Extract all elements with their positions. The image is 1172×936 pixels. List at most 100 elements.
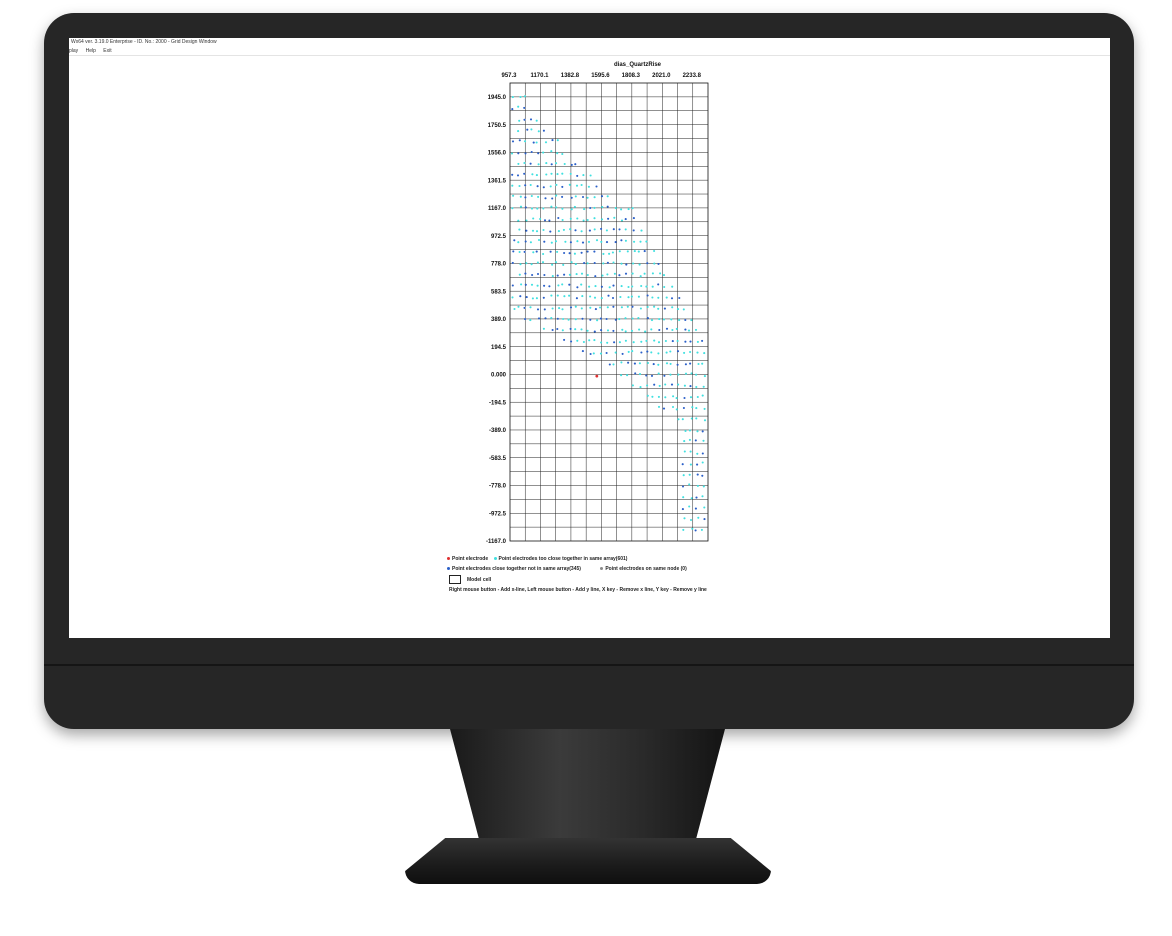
electrode-point bbox=[523, 106, 526, 109]
monitor-stand-base bbox=[405, 838, 771, 884]
electrode-point bbox=[640, 284, 643, 288]
electrode-point bbox=[600, 341, 603, 344]
electrode-point bbox=[511, 296, 514, 299]
electrode-point bbox=[659, 272, 662, 275]
electrode-point bbox=[556, 317, 559, 320]
electrode-point bbox=[530, 283, 534, 286]
electrode-point bbox=[511, 207, 514, 210]
electrode-point bbox=[555, 183, 558, 186]
electrode-point bbox=[574, 163, 577, 166]
electrode-point bbox=[592, 352, 595, 355]
electrode-point bbox=[561, 283, 564, 286]
electrode-point bbox=[703, 407, 706, 410]
electrode-point bbox=[657, 363, 660, 366]
electrode-point bbox=[620, 219, 624, 222]
electrode-point bbox=[593, 339, 596, 342]
electrode-point bbox=[517, 130, 520, 133]
electrode-point bbox=[664, 396, 667, 399]
electrode-point bbox=[551, 275, 554, 278]
electrode-point bbox=[621, 328, 624, 331]
electrode-point bbox=[574, 305, 577, 308]
electrode-point bbox=[561, 152, 564, 156]
electrode-point bbox=[581, 317, 584, 320]
electrode-point bbox=[624, 317, 627, 320]
electrode-point bbox=[695, 417, 698, 420]
electrode-point bbox=[613, 272, 616, 275]
electrode-point bbox=[525, 219, 528, 222]
electrode-point bbox=[570, 340, 573, 343]
electrode-point bbox=[657, 352, 660, 355]
electrode-point bbox=[638, 362, 641, 365]
electrode-point bbox=[620, 306, 623, 309]
electrode-point bbox=[519, 263, 522, 266]
electrode-point bbox=[675, 327, 678, 330]
electrode-point bbox=[532, 217, 535, 220]
electrode-point bbox=[542, 296, 545, 299]
electrode-point bbox=[512, 194, 515, 197]
electrode-point bbox=[600, 227, 603, 230]
electrode-point bbox=[634, 372, 637, 375]
electrode-point bbox=[696, 473, 699, 476]
too-close-legend-icon bbox=[493, 557, 497, 561]
electrode-point bbox=[588, 339, 591, 342]
electrode-point bbox=[561, 172, 564, 175]
electrode-point bbox=[657, 262, 660, 266]
electrode-point bbox=[621, 352, 624, 355]
electrode-point bbox=[535, 119, 538, 122]
electrode-point bbox=[620, 208, 623, 211]
electrode-point bbox=[626, 374, 629, 377]
legend-too-close: Point electrodes too close together in s… bbox=[498, 556, 628, 562]
electrode-point bbox=[691, 406, 694, 409]
electrode-point bbox=[657, 372, 660, 375]
electrode-point bbox=[650, 319, 654, 322]
electrode-point bbox=[569, 228, 572, 231]
electrode-point bbox=[633, 240, 636, 243]
electrode-point bbox=[624, 272, 628, 275]
electrode-point bbox=[675, 397, 678, 400]
electrode-point bbox=[524, 196, 527, 199]
electrode-point bbox=[581, 195, 585, 199]
legend-row-3: Model cell bbox=[449, 575, 491, 584]
electrode-point bbox=[537, 130, 540, 133]
electrode-point bbox=[568, 294, 571, 297]
electrode-point bbox=[638, 328, 641, 331]
electrode-point bbox=[551, 328, 554, 332]
electrode-point bbox=[582, 340, 585, 344]
electrode-point bbox=[688, 505, 691, 508]
electrode-point bbox=[682, 496, 685, 499]
legend-point-electrode: Point electrode bbox=[452, 556, 489, 562]
y-tick-label: 0.000 bbox=[491, 373, 507, 379]
electrode-point bbox=[683, 351, 686, 354]
electrode-point bbox=[594, 275, 597, 278]
electrode-point bbox=[662, 274, 666, 277]
electrode-point bbox=[580, 328, 583, 331]
electrode-point bbox=[672, 395, 675, 398]
point-electrode-legend-icon bbox=[447, 557, 450, 561]
electrode-point bbox=[683, 396, 686, 400]
electrode-point bbox=[599, 352, 603, 355]
electrode-point bbox=[554, 261, 558, 264]
electrode-point bbox=[555, 206, 558, 209]
electrode-point bbox=[523, 140, 527, 143]
electrode-point bbox=[581, 241, 585, 244]
electrode-point bbox=[681, 463, 684, 466]
electrode-point bbox=[574, 229, 577, 232]
electrode-point bbox=[562, 228, 565, 231]
electrode-point bbox=[670, 383, 674, 386]
close-not-same-legend-icon bbox=[447, 567, 450, 571]
electrode-point bbox=[684, 340, 687, 343]
electrode-point bbox=[606, 306, 609, 309]
electrode-point bbox=[618, 274, 621, 277]
electrode-point bbox=[556, 327, 559, 331]
electrode-point bbox=[548, 285, 551, 288]
electrode-point bbox=[586, 329, 589, 332]
electrode-point bbox=[574, 328, 577, 331]
grid-design-canvas[interactable]: 957.3 1170.1 1382.8 1595.6 1808.3 2021.0 2233.… bbox=[69, 38, 1110, 638]
electrode-point bbox=[682, 308, 685, 311]
electrode-point bbox=[537, 238, 541, 242]
electrode-point bbox=[583, 208, 586, 211]
electrode-point bbox=[580, 230, 583, 233]
electrode-point bbox=[645, 285, 648, 288]
electrode-point bbox=[593, 250, 596, 253]
electrode-point bbox=[556, 152, 559, 155]
